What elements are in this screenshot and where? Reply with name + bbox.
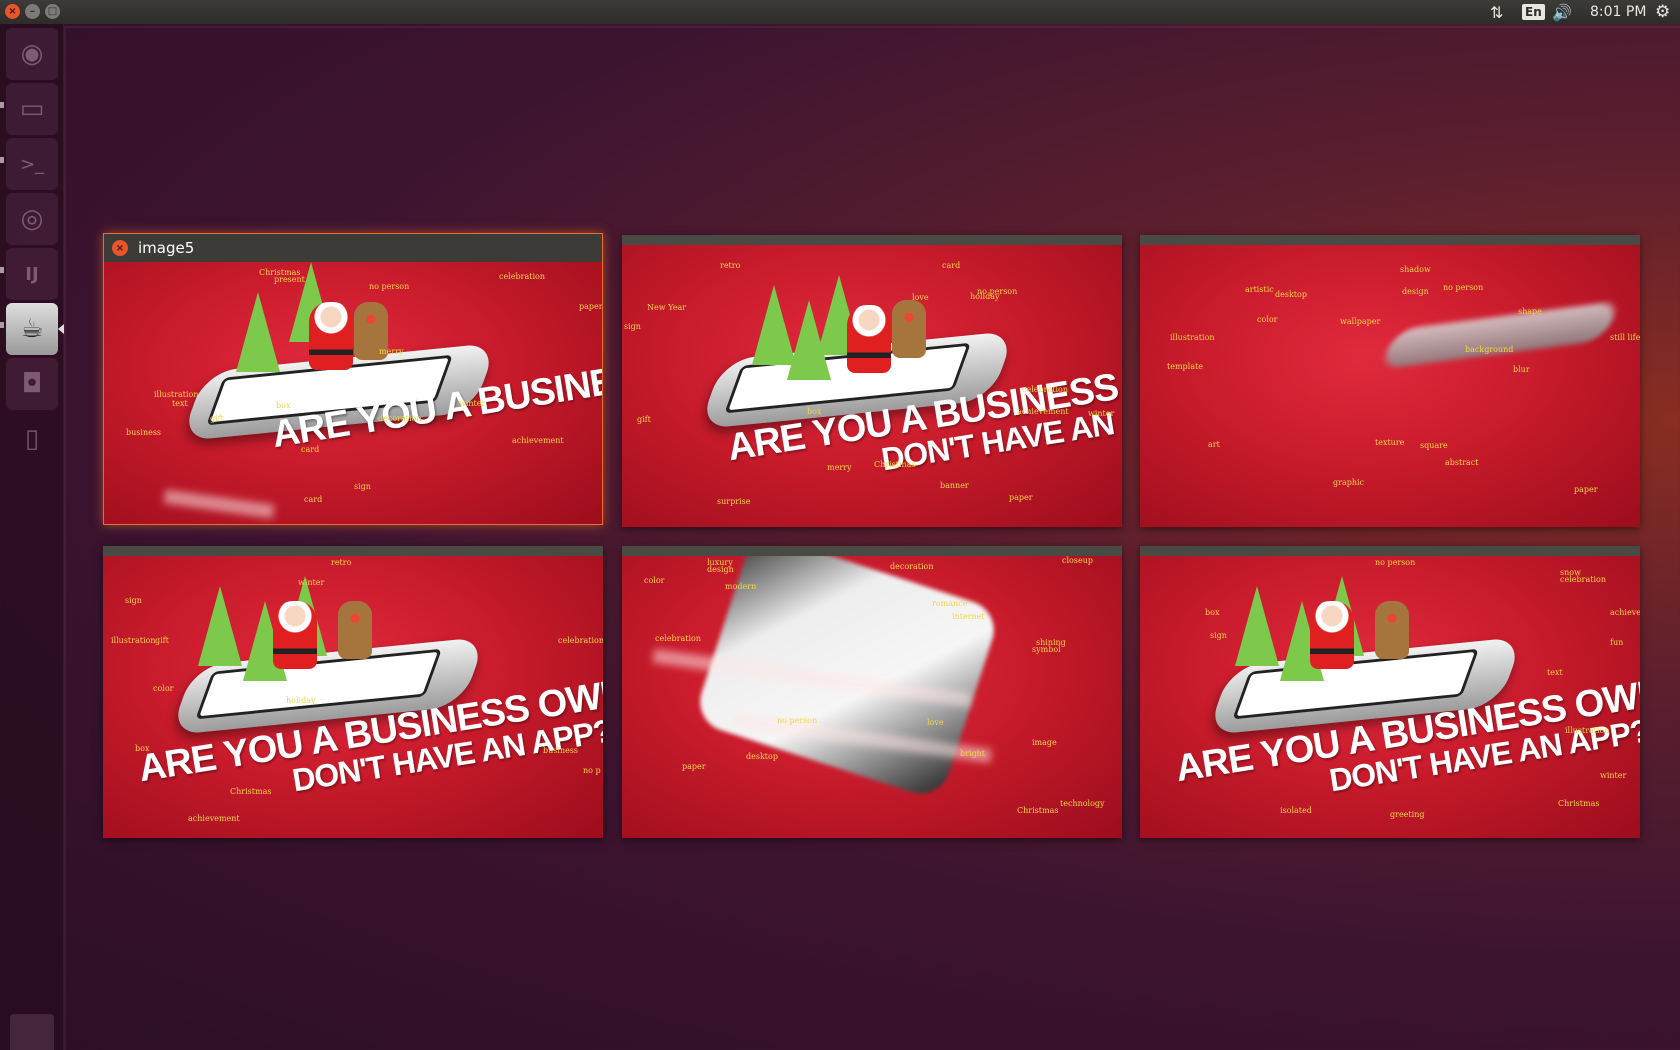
window-titlebar: [1140, 235, 1640, 245]
screenshot-icon[interactable]: ◘: [6, 358, 58, 410]
reindeer-illustration: [338, 601, 372, 659]
image-canvas: ARE YOU A BUSINESS OWNER?DON'T HAVE AN A…: [103, 556, 603, 838]
window-titlebar: [622, 235, 1122, 245]
santa-illustration: [273, 601, 317, 669]
running-indicator: [0, 157, 4, 163]
window-thumbnail[interactable]: luxury design decoration closeup color m…: [622, 546, 1122, 838]
window-minimize-button[interactable]: –: [25, 4, 40, 19]
window-titlebar: [103, 546, 603, 556]
image-canvas: shadow artistic desktop design no person…: [1140, 245, 1640, 527]
window-thumbnail[interactable]: shadow artistic desktop design no person…: [1140, 235, 1640, 527]
window-thumbnail-image5[interactable]: × image5 ARE YOU A BUSINESS OWNER? Chris…: [103, 233, 603, 525]
image-canvas: ARE YOU A BUSINESS OWNER? Christmas pres…: [104, 262, 602, 524]
launcher: ◉ ▭ >_ ◎ IJ ☕ ◘ ▯: [0, 24, 64, 1050]
blurred-phone: [1378, 300, 1622, 370]
tree-illustration: [198, 586, 242, 666]
clock[interactable]: 8:01 PM: [1590, 0, 1646, 24]
terminal-icon[interactable]: >_: [6, 138, 58, 190]
file-manager-icon[interactable]: ▭: [6, 83, 58, 135]
keyboard-language-indicator[interactable]: En: [1522, 0, 1545, 24]
reindeer-illustration: [1375, 601, 1409, 659]
system-gear-icon[interactable]: ⚙: [1655, 0, 1670, 24]
tree-illustration: [1235, 586, 1279, 666]
workspace-frame: [64, 26, 1680, 1050]
image-canvas: ARE YOU A BUSINESS OWNER?DON'T HAVE AN A…: [1140, 556, 1640, 838]
window-titlebar: [1140, 546, 1640, 556]
tree-illustration: [236, 292, 280, 372]
image-canvas: ARE YOU A BUSINESS OWNER?DON'T HAVE AN A…: [622, 245, 1122, 527]
java-app-icon[interactable]: ☕: [6, 303, 58, 355]
motion-blur: [163, 489, 275, 519]
santa-illustration: [1310, 601, 1354, 669]
window-thumbnail[interactable]: ARE YOU A BUSINESS OWNER?DON'T HAVE AN A…: [103, 546, 603, 838]
window-title: image5: [138, 239, 195, 257]
intellij-icon[interactable]: IJ: [6, 248, 58, 300]
chrome-browser-icon[interactable]: ◎: [6, 193, 58, 245]
top-panel: × – □ ⇅ En 🔊 8:01 PM ⚙: [0, 0, 1680, 24]
trash-icon[interactable]: [10, 1014, 54, 1050]
running-indicator: [0, 102, 4, 108]
window-titlebar: × image5: [104, 234, 602, 262]
santa-illustration: [847, 305, 891, 373]
window-thumbnail[interactable]: ARE YOU A BUSINESS OWNER?DON'T HAVE AN A…: [622, 235, 1122, 527]
window-maximize-button[interactable]: □: [45, 4, 60, 19]
sound-icon[interactable]: 🔊: [1552, 0, 1572, 24]
device-icon[interactable]: ▯: [6, 413, 58, 465]
image-canvas: luxury design decoration closeup color m…: [622, 556, 1122, 838]
ubuntu-dash-icon[interactable]: ◉: [6, 28, 58, 80]
network-icon[interactable]: ⇅: [1490, 0, 1503, 24]
close-icon[interactable]: ×: [112, 240, 128, 256]
window-titlebar: [622, 546, 1122, 556]
language-label: En: [1522, 4, 1545, 20]
santa-illustration: [309, 302, 353, 370]
running-indicator: [0, 267, 4, 273]
window-thumbnail[interactable]: ARE YOU A BUSINESS OWNER?DON'T HAVE AN A…: [1140, 546, 1640, 838]
running-indicator: [0, 322, 4, 328]
window-close-button[interactable]: ×: [5, 4, 20, 19]
reindeer-illustration: [892, 300, 926, 358]
